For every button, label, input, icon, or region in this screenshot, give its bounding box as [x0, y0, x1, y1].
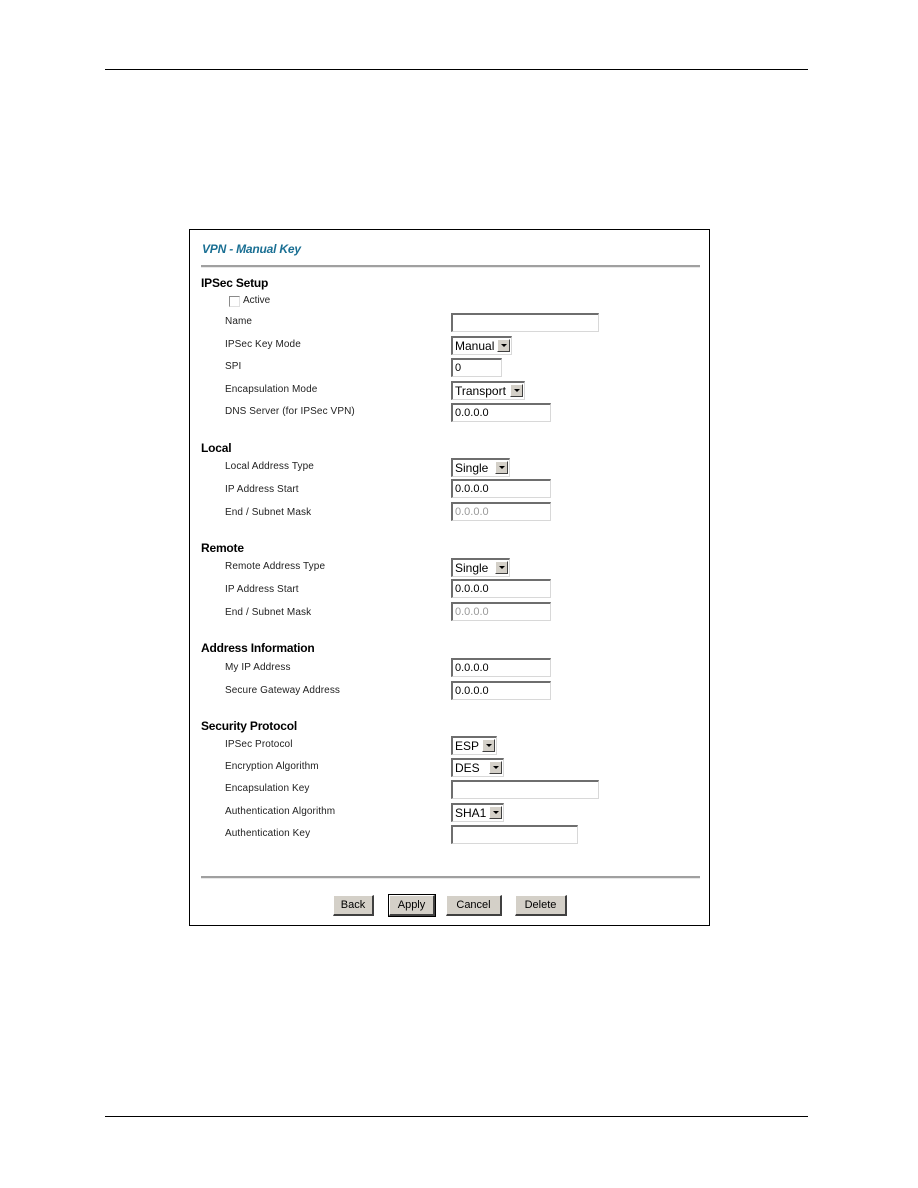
encryption-algorithm-label: Encryption Algorithm	[225, 761, 319, 772]
authentication-key-label: Authentication Key	[225, 828, 311, 839]
authentication-algorithm-value: SHA1	[455, 806, 487, 820]
encryption-algorithm-value: DES	[455, 761, 480, 775]
remote-ip-start-label: IP Address Start	[225, 584, 299, 595]
my-ip-input[interactable]: 0.0.0.0	[451, 658, 551, 677]
local-address-type-select[interactable]: Single	[451, 458, 510, 477]
chevron-down-icon[interactable]	[482, 739, 495, 752]
secure-gateway-input[interactable]: 0.0.0.0	[451, 681, 551, 700]
ipsec-protocol-select[interactable]: ESP	[451, 736, 497, 755]
authentication-algorithm-select[interactable]: SHA1	[451, 803, 504, 822]
chevron-down-icon[interactable]	[495, 461, 508, 474]
chevron-down-icon[interactable]	[489, 761, 502, 774]
footer-divider	[201, 876, 700, 879]
section-local: Local	[201, 441, 232, 455]
ipsec-key-mode-select[interactable]: Manual	[451, 336, 512, 355]
my-ip-label: My IP Address	[225, 662, 291, 673]
ipsec-key-mode-label: IPSec Key Mode	[225, 339, 301, 350]
local-ip-start-input[interactable]: 0.0.0.0	[451, 479, 551, 498]
remote-end-mask-label: End / Subnet Mask	[225, 607, 312, 618]
page-header-rule	[105, 69, 808, 70]
active-checkbox[interactable]	[229, 296, 240, 307]
chevron-down-icon[interactable]	[495, 561, 508, 574]
section-remote: Remote	[201, 541, 244, 555]
remote-end-mask-input: 0.0.0.0	[451, 602, 551, 621]
panel-title: VPN - Manual Key	[202, 242, 301, 256]
encapsulation-key-input[interactable]	[451, 780, 599, 799]
encapsulation-mode-label: Encapsulation Mode	[225, 384, 318, 395]
cancel-button[interactable]: Cancel	[446, 895, 502, 916]
remote-ip-start-input[interactable]: 0.0.0.0	[451, 579, 551, 598]
local-end-mask-input: 0.0.0.0	[451, 502, 551, 521]
local-ip-start-label: IP Address Start	[225, 484, 299, 495]
back-button[interactable]: Back	[333, 895, 374, 916]
section-address-information: Address Information	[201, 641, 315, 655]
encapsulation-mode-select[interactable]: Transport	[451, 381, 525, 400]
spi-label: SPI	[225, 361, 242, 372]
chevron-down-icon[interactable]	[497, 339, 510, 352]
remote-address-type-label: Remote Address Type	[225, 561, 326, 572]
delete-button[interactable]: Delete	[515, 895, 567, 916]
authentication-algorithm-label: Authentication Algorithm	[225, 806, 336, 817]
encapsulation-key-label: Encapsulation Key	[225, 783, 310, 794]
name-input[interactable]	[451, 313, 599, 332]
section-security-protocol: Security Protocol	[201, 719, 297, 733]
ipsec-protocol-label: IPSec Protocol	[225, 739, 293, 750]
dns-server-input[interactable]: 0.0.0.0	[451, 403, 551, 422]
local-address-type-value: Single	[455, 461, 489, 475]
encryption-algorithm-select[interactable]: DES	[451, 758, 504, 777]
authentication-key-input[interactable]	[451, 825, 578, 844]
local-end-mask-label: End / Subnet Mask	[225, 507, 312, 518]
chevron-down-icon[interactable]	[489, 806, 502, 819]
remote-address-type-value: Single	[455, 561, 489, 575]
chevron-down-icon[interactable]	[510, 384, 523, 397]
section-ipsec-setup: IPSec Setup	[201, 276, 269, 290]
encapsulation-mode-value: Transport	[455, 384, 506, 398]
vpn-manual-key-panel: VPN - Manual Key IPSec Setup Active Name…	[189, 229, 710, 926]
ipsec-key-mode-value: Manual	[455, 339, 495, 353]
remote-address-type-select[interactable]: Single	[451, 558, 510, 577]
active-label: Active	[243, 295, 271, 306]
spi-input[interactable]: 0	[451, 358, 502, 377]
title-divider	[201, 265, 700, 268]
apply-button[interactable]: Apply	[388, 894, 436, 917]
secure-gateway-label: Secure Gateway Address	[225, 685, 341, 696]
dns-server-label: DNS Server (for IPSec VPN)	[225, 406, 355, 417]
local-address-type-label: Local Address Type	[225, 461, 314, 472]
page-footer-rule	[105, 1116, 808, 1117]
ipsec-protocol-value: ESP	[455, 739, 480, 753]
name-label: Name	[225, 316, 253, 327]
